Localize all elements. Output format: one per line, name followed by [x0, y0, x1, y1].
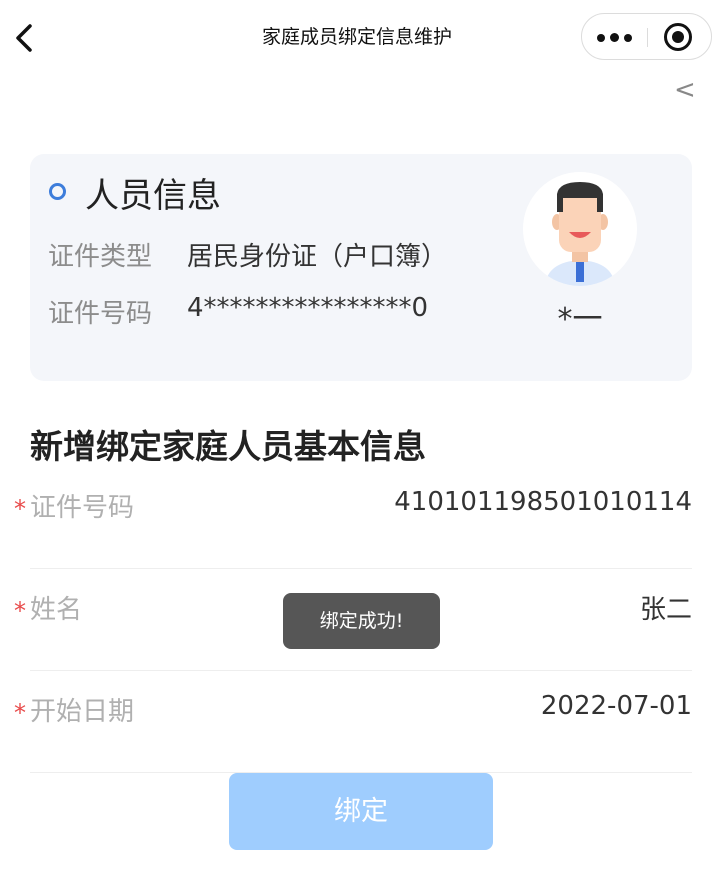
form-row-id-number[interactable]: * 证件号码 410101198501010114	[14, 467, 692, 569]
required-mark: *	[14, 699, 26, 727]
circle-bullet-icon	[49, 183, 66, 200]
mini-program-capsule	[581, 13, 712, 60]
collapse-chevron-icon[interactable]: <	[674, 76, 696, 104]
target-circle-icon[interactable]	[664, 23, 692, 51]
card-title: 人员信息	[85, 176, 221, 216]
capsule-divider	[647, 28, 648, 47]
bind-button[interactable]: 绑定	[229, 773, 493, 850]
form-row-start-date[interactable]: * 开始日期 2022-07-01	[14, 671, 692, 773]
name-field-label: 姓名	[30, 595, 83, 625]
person-name: *一	[557, 302, 603, 337]
person-info-card: 人员信息 证件类型 居民身份证（户口簿） 证件号码 4*************…	[30, 154, 692, 381]
more-dots-icon[interactable]	[595, 23, 635, 51]
id-type-value: 居民身份证（户口簿）	[187, 242, 448, 272]
success-toast: 绑定成功!	[283, 593, 440, 649]
name-field[interactable]: 张二	[640, 589, 692, 626]
id-number-label: 证件号码	[48, 299, 153, 329]
required-mark: *	[14, 597, 26, 625]
required-mark: *	[14, 495, 26, 523]
navigation-bar: 家庭成员绑定信息维护	[0, 0, 714, 76]
start-date-field-label: 开始日期	[30, 697, 135, 727]
id-number-value: 4****************0	[187, 293, 429, 323]
start-date-field[interactable]: 2022-07-01	[541, 691, 692, 721]
id-number-field[interactable]: 410101198501010114	[394, 487, 692, 517]
id-type-label: 证件类型	[48, 242, 153, 272]
id-number-field-label: 证件号码	[30, 493, 135, 523]
avatar	[523, 172, 637, 286]
section-title: 新增绑定家庭人员基本信息	[30, 427, 426, 466]
